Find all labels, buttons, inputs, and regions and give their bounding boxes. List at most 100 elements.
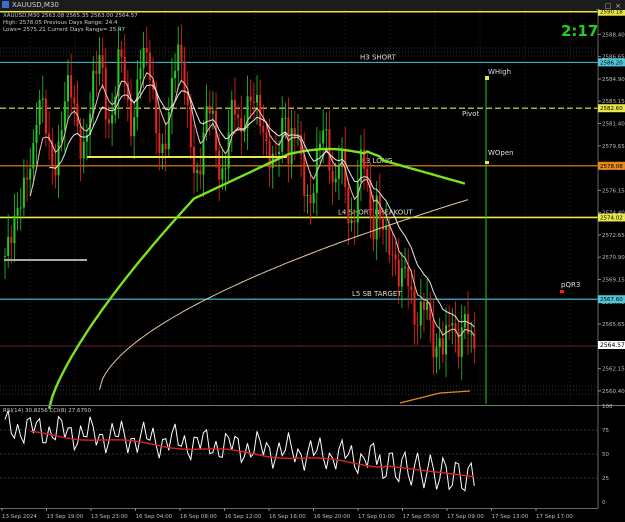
candle-body bbox=[460, 327, 463, 357]
candle-body bbox=[312, 192, 315, 204]
candle-body bbox=[120, 49, 123, 57]
candle-body bbox=[183, 61, 186, 93]
indicator-tick-label: 50 bbox=[602, 452, 609, 458]
candle-body bbox=[4, 255, 6, 257]
ma-pink-line bbox=[29, 72, 475, 338]
price-tick-label: 2560.40 bbox=[602, 389, 625, 395]
price-tick-label: 2565.65 bbox=[602, 322, 625, 328]
candle-body bbox=[451, 323, 454, 326]
candle-body bbox=[211, 110, 214, 114]
minimize-button[interactable]: _ bbox=[594, 3, 602, 10]
candle-body bbox=[10, 236, 13, 244]
candle-body bbox=[111, 114, 114, 124]
current-price-text: 2564.57 bbox=[600, 342, 625, 349]
candle-body bbox=[82, 141, 85, 159]
level-price-text: 2582.60 bbox=[600, 106, 623, 112]
candle-body bbox=[164, 143, 167, 150]
candle-body bbox=[63, 101, 66, 131]
time-tick-label: 16 Sep 16:00 bbox=[269, 514, 306, 520]
candle-body bbox=[256, 94, 258, 103]
candle-body bbox=[139, 68, 142, 80]
candle-body bbox=[441, 338, 444, 355]
level-price-text: 2578.08 bbox=[600, 164, 623, 170]
time-tick-label: 16 Sep 04:00 bbox=[136, 514, 173, 520]
candle-body bbox=[123, 56, 126, 83]
level-label: Pivot bbox=[462, 110, 479, 118]
candle-body bbox=[218, 150, 221, 180]
indicator-label: RSI(14) 30.8256 CCI(8) 27.6750 bbox=[3, 408, 92, 414]
candle-body bbox=[158, 133, 161, 154]
candle-body bbox=[41, 98, 44, 100]
candle-body bbox=[101, 55, 104, 69]
candle-body bbox=[432, 320, 435, 358]
candle-body bbox=[205, 106, 208, 133]
candle-body bbox=[353, 220, 356, 223]
candle-body bbox=[400, 267, 403, 287]
candle-body bbox=[7, 236, 10, 256]
candle-body bbox=[284, 117, 287, 119]
candle-body bbox=[19, 207, 22, 209]
candle-body bbox=[410, 285, 413, 291]
maximize-button[interactable]: □ bbox=[604, 3, 612, 10]
price-tick-label: 2579.65 bbox=[602, 144, 625, 150]
ma-tan-line bbox=[99, 199, 469, 390]
candle-body bbox=[208, 106, 211, 114]
candle-body bbox=[426, 301, 429, 310]
candle-body bbox=[32, 143, 35, 169]
candle-body bbox=[331, 170, 334, 183]
candle-body bbox=[407, 267, 410, 286]
price-tick-label: 2581.40 bbox=[602, 122, 625, 128]
time-tick-label: 13 Sep 19:00 bbox=[47, 514, 84, 520]
candle-body bbox=[98, 55, 101, 74]
candle-body bbox=[382, 218, 384, 230]
header-line-2: High: 2578.05 Previous Days Range: 24.4 bbox=[3, 20, 118, 26]
candle-body bbox=[281, 118, 284, 152]
close-button[interactable]: × bbox=[614, 3, 622, 10]
chart-canvas[interactable]: H4 LONG BREAKOUTH3 SHORTPivotL3 LONGL4 S… bbox=[0, 10, 625, 522]
candle-body bbox=[259, 94, 262, 127]
time-tick-label: 17 Sep 01:00 bbox=[358, 514, 395, 520]
indicator-axis: 100 75 50 25 0 bbox=[602, 404, 613, 506]
time-tick-label: 17 Sep 05:00 bbox=[403, 514, 440, 520]
price-tick-label: 2584.90 bbox=[602, 77, 625, 83]
ohlc-readout: XAUUSD,M30 2563.08 2565.35 2563.00 2564.… bbox=[3, 13, 138, 19]
indicator-grid bbox=[0, 429, 598, 479]
candle-body bbox=[422, 301, 425, 310]
candle-body bbox=[60, 130, 63, 142]
time-tick-label: 16 Sep 20:00 bbox=[314, 514, 351, 520]
candle-body bbox=[38, 99, 41, 125]
candle-timer: 2:17 bbox=[561, 22, 598, 40]
candle-body bbox=[237, 114, 240, 118]
candle-body bbox=[26, 177, 29, 180]
candle-body bbox=[67, 75, 69, 102]
price-tick-label: 2572.65 bbox=[602, 233, 625, 239]
whigh-marker bbox=[485, 76, 489, 80]
level-label: H3 SHORT bbox=[360, 53, 397, 61]
level-price-text: 2590.18 bbox=[600, 10, 623, 16]
candle-body bbox=[54, 164, 57, 176]
level-price-text: 2586.20 bbox=[600, 60, 623, 66]
level-price-text: 2567.60 bbox=[600, 297, 623, 303]
candle-body bbox=[290, 128, 293, 164]
level-label: H4 LONG BREAKOUT bbox=[340, 10, 413, 11]
time-tick-label: 17 Sep 17:00 bbox=[536, 514, 573, 520]
candle-body bbox=[221, 168, 224, 180]
time-tick-label: 16 Sep 12:00 bbox=[225, 514, 262, 520]
candle-body bbox=[180, 44, 183, 62]
whigh-label: WHigh bbox=[488, 68, 511, 76]
candle-body bbox=[325, 129, 328, 131]
candle-body bbox=[70, 75, 73, 98]
candle-body bbox=[22, 177, 25, 208]
candle-body bbox=[413, 290, 416, 325]
candle-body bbox=[334, 178, 337, 183]
candle-body bbox=[189, 105, 192, 147]
candle-body bbox=[133, 117, 136, 137]
candle-body bbox=[233, 100, 236, 115]
level-label: L5 SB TARGET bbox=[352, 290, 402, 298]
candle-body bbox=[322, 130, 325, 144]
candle-body bbox=[347, 187, 350, 224]
candle-body bbox=[445, 325, 447, 355]
time-tick-label: 16 Sep 08:00 bbox=[180, 514, 217, 520]
header-line-3: Lows= 2575.21 Current Days Range= 25.47 bbox=[3, 27, 125, 33]
time-tick-label: 13 Sep 2024 bbox=[2, 514, 37, 520]
